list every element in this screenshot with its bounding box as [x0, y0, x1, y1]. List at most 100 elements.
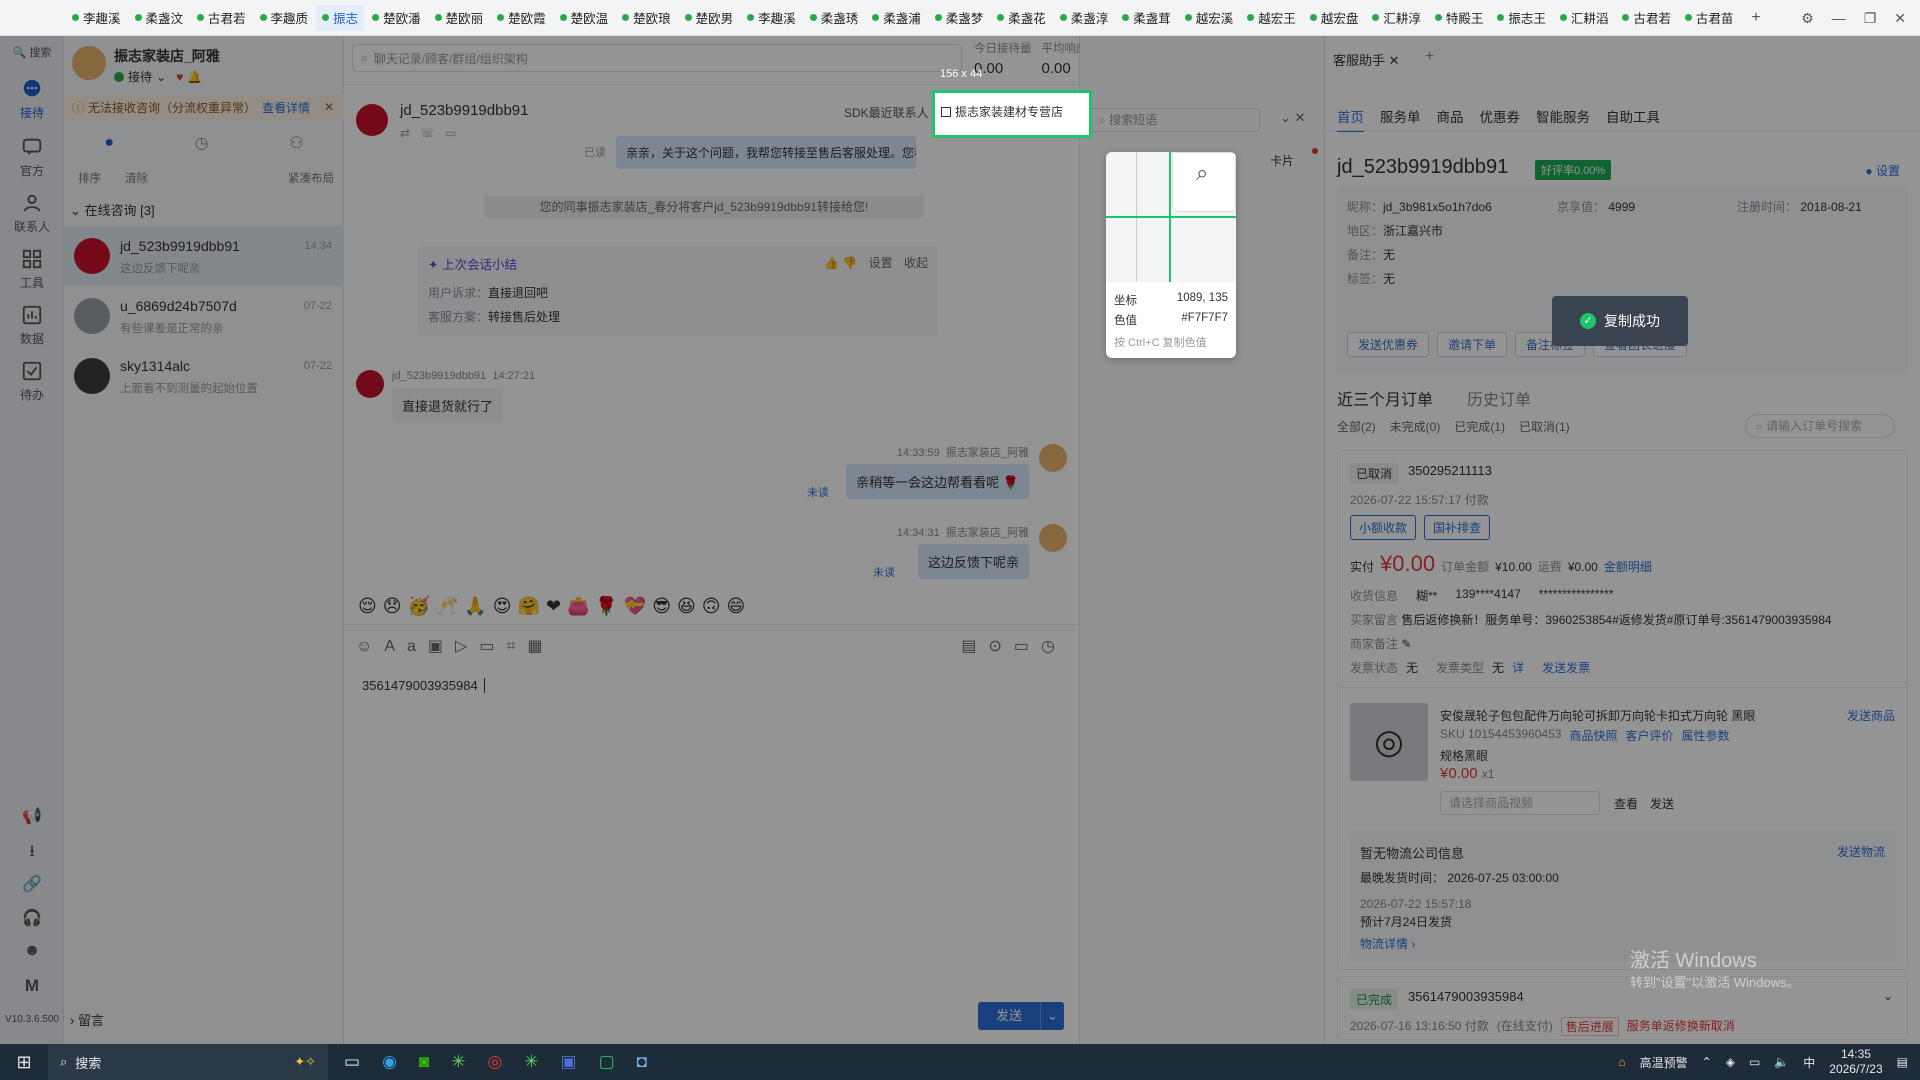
order-tag[interactable]: 国补排查: [1424, 515, 1491, 540]
order-filter[interactable]: 未完成(0): [1390, 418, 1441, 435]
tray-chevron-icon[interactable]: ⌃: [1702, 1055, 1712, 1069]
add-tab-icon[interactable]: +: [1425, 48, 1434, 66]
app-star2-icon[interactable]: ✳: [524, 1052, 538, 1072]
top-tab[interactable]: 柔盏琇: [804, 5, 865, 31]
nav-item-reception[interactable]: 接待: [0, 78, 64, 121]
settings-icon[interactable]: ⚙: [1801, 10, 1814, 27]
nav-search-button[interactable]: 🔍 搜索: [0, 44, 64, 60]
top-tab[interactable]: 柔盏淳: [1054, 5, 1115, 31]
nav-item-contacts[interactable]: 联系人: [0, 192, 64, 235]
close-icon[interactable]: ✕: [324, 100, 334, 114]
chat-bubble-icon[interactable]: ●: [104, 134, 114, 152]
volume-icon[interactable]: 🔈: [1774, 1055, 1789, 1069]
contact-action-icons[interactable]: ⇄☏▭: [400, 126, 466, 140]
after-sale-badge[interactable]: 售后进展: [1560, 1017, 1619, 1036]
chevron-down-icon[interactable]: ⌄: [1883, 989, 1893, 1003]
clear-button[interactable]: 清除: [125, 170, 148, 186]
top-tab[interactable]: 柔盏梦: [929, 5, 990, 31]
top-tab[interactable]: 特殿王: [1429, 5, 1490, 31]
top-tab[interactable]: 越宏溪: [1179, 5, 1240, 31]
global-search-input[interactable]: ⌕ 聊天记录/顾客/群组/组织架构: [352, 44, 962, 72]
top-tab[interactable]: 古君若: [191, 5, 252, 31]
add-tab-icon[interactable]: +: [1751, 9, 1760, 27]
conversation-item[interactable]: jd_523b9919dbb91 14:34 这边反馈下呢亲: [64, 226, 344, 286]
app-chat-icon[interactable]: ▢: [599, 1052, 615, 1072]
history-tab[interactable]: 历史订单: [1467, 386, 1531, 410]
product-image[interactable]: ◎: [1350, 703, 1428, 781]
thumb-up-icon[interactable]: 👍: [824, 256, 839, 270]
conversation-item[interactable]: sky1314alc 07-22 上面看不到测量的起始位置: [64, 346, 344, 406]
product-attrs-link[interactable]: 属性参数: [1681, 727, 1729, 744]
product-snapshot-link[interactable]: 商品快照: [1569, 727, 1617, 744]
assistant-tab-item[interactable]: 自助工具: [1606, 106, 1660, 132]
top-tab[interactable]: 李趣溪: [741, 5, 802, 31]
customer-action-button[interactable]: 发送优惠券: [1347, 332, 1430, 357]
card-tab[interactable]: 卡片: [1270, 152, 1294, 169]
view-button[interactable]: 查看: [1614, 795, 1638, 812]
top-tab[interactable]: 楚欧丽: [429, 5, 490, 31]
capture-selection[interactable]: 振志家装建材专营店: [932, 90, 1092, 138]
nav-item-official[interactable]: 官方: [0, 136, 64, 179]
send-product-link[interactable]: 发送商品: [1847, 707, 1895, 724]
nav-item-data[interactable]: 数据: [0, 304, 64, 347]
message-input[interactable]: 3561479003935984: [362, 678, 485, 693]
customer-action-button[interactable]: 邀请下单: [1437, 332, 1508, 357]
assistant-tab-item[interactable]: 智能服务: [1536, 106, 1590, 132]
top-tab[interactable]: 李趣溪: [66, 5, 127, 31]
ime-label[interactable]: 中: [1803, 1054, 1815, 1071]
assistant-tab[interactable]: 客服助手 ✕: [1333, 50, 1400, 69]
app-jd-icon[interactable]: ◘: [637, 1052, 647, 1072]
customer-avatar[interactable]: [356, 104, 388, 136]
send-button[interactable]: 发送 ⌄: [978, 1002, 1064, 1030]
order-search-input[interactable]: ⌕ 请输入订单号搜索: [1745, 414, 1895, 438]
clock-icon[interactable]: ◷: [195, 133, 209, 153]
top-tab[interactable]: 古君若: [1616, 5, 1677, 31]
nav-item-tools[interactable]: 工具: [0, 248, 64, 291]
top-tab[interactable]: 柔盏茸: [1116, 5, 1177, 31]
task-view-icon[interactable]: ▭: [344, 1052, 360, 1072]
collapse-icon[interactable]: ⌄ ✕: [1280, 110, 1305, 126]
assistant-tab-item[interactable]: 商品: [1437, 106, 1464, 132]
windows-start-icon[interactable]: ⊞: [0, 1052, 48, 1073]
close-icon[interactable]: ✕: [1894, 10, 1906, 27]
send-invoice-link[interactable]: 发送发票: [1542, 659, 1590, 676]
minimize-icon[interactable]: —: [1832, 10, 1846, 26]
logistics-detail-link[interactable]: 物流详情 ›: [1360, 935, 1415, 952]
top-tab[interactable]: 楚欧温: [554, 5, 615, 31]
order-filter[interactable]: 全部(2): [1337, 418, 1376, 435]
m-logo-icon[interactable]: M: [0, 976, 64, 996]
nav-item-todo[interactable]: 待办: [0, 360, 64, 403]
send-logistics-link[interactable]: 发送物流: [1837, 843, 1885, 860]
download-icon[interactable]: ⭳: [0, 840, 64, 867]
restore-icon[interactable]: ❐: [1864, 10, 1877, 27]
online-group-header[interactable]: ⌄ 在线咨询 [3]: [70, 200, 155, 219]
top-tab[interactable]: 楚欧霞: [491, 5, 552, 31]
top-tab[interactable]: 越宏王: [1241, 5, 1302, 31]
settings-link[interactable]: ● 设置: [1865, 162, 1900, 179]
amount-detail-link[interactable]: 金额明细: [1604, 558, 1652, 575]
order-filter[interactable]: 已完成(1): [1454, 418, 1505, 435]
assistant-tab-item[interactable]: 优惠券: [1480, 106, 1521, 132]
top-tab[interactable]: 楚欧男: [679, 5, 740, 31]
product-reviews-link[interactable]: 客户评价: [1625, 727, 1673, 744]
headset-icon[interactable]: 🎧: [0, 908, 64, 928]
app-star-icon[interactable]: ✳: [451, 1052, 465, 1072]
top-tab[interactable]: 古君苗: [1679, 5, 1740, 31]
layout-button[interactable]: 紧凑布局: [288, 170, 334, 186]
conversation-item[interactable]: u_6869d24b7507d 07-22 有些课差是正常的亲: [64, 286, 344, 346]
top-tab[interactable]: 汇耕淳: [1366, 5, 1427, 31]
top-tab[interactable]: 柔盏花: [991, 5, 1052, 31]
wechat-icon[interactable]: ◙: [419, 1052, 429, 1072]
assistant-tab-item[interactable]: 服务单: [1380, 106, 1421, 132]
input-toolbar-right[interactable]: ▤⊙▭◷: [961, 636, 1067, 656]
leave-msg-group[interactable]: › 留言: [70, 1010, 104, 1029]
top-tab[interactable]: 楚欧潘: [366, 5, 427, 31]
top-tab[interactable]: 振志王: [1491, 5, 1552, 31]
bot-icon[interactable]: ☻: [0, 942, 64, 960]
status-dropdown[interactable]: 接待 ⌄ ♥ 🔔: [114, 68, 202, 85]
top-tab[interactable]: 振志: [316, 4, 365, 31]
product-video-select[interactable]: 请选择商品视频: [1440, 791, 1600, 815]
order-tag[interactable]: 小额收款: [1350, 515, 1417, 540]
product-name[interactable]: 安俊晟轮子包包配件万向轮可拆卸万向轮卡扣式万向轮 黑眼: [1440, 707, 1780, 724]
top-tab[interactable]: 柔盏汶: [129, 5, 190, 31]
